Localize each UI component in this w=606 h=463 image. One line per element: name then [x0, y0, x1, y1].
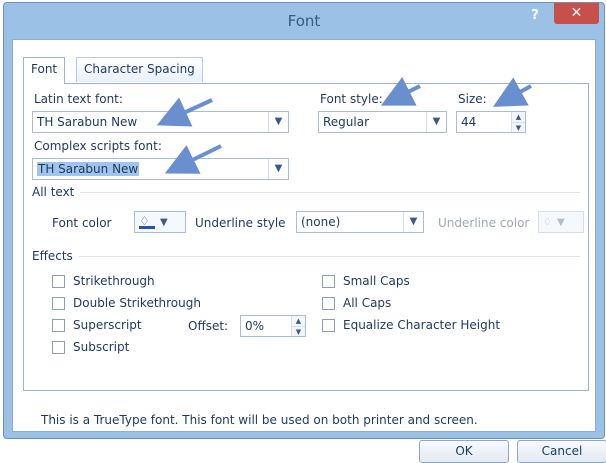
- all-text-section: All text: [32, 185, 580, 199]
- font-info-text: This is a TrueType font. This font will …: [41, 413, 478, 427]
- close-button[interactable]: ✕: [554, 3, 599, 24]
- all-caps-checkbox[interactable]: All Caps: [322, 296, 391, 310]
- chevron-down-icon[interactable]: ▼: [268, 112, 288, 132]
- checkbox-box[interactable]: [322, 274, 335, 288]
- underline-style-combo[interactable]: (none) ▼: [296, 211, 424, 233]
- equalize-label: Equalize Character Height: [343, 318, 501, 332]
- offset-value: 0%: [245, 319, 265, 333]
- font-style-label: Font style:: [320, 92, 383, 106]
- spin-down-icon[interactable]: ▼: [292, 326, 305, 336]
- chevron-down-icon: ▼: [556, 216, 565, 228]
- paint-bucket-icon: ♢: [543, 216, 552, 228]
- all-text-heading: All text: [32, 185, 81, 199]
- underline-style-value: (none): [301, 215, 341, 229]
- offset-label: Offset:: [188, 319, 229, 333]
- complex-font-combo[interactable]: TH Sarabun New ▼: [32, 158, 289, 180]
- chevron-down-icon[interactable]: ▼: [403, 212, 423, 232]
- chevron-down-icon[interactable]: ▼: [268, 159, 288, 179]
- checkbox-box[interactable]: [52, 296, 65, 310]
- checkbox-box[interactable]: [322, 318, 335, 332]
- close-icon: ✕: [570, 5, 583, 21]
- superscript-checkbox[interactable]: Superscript: [52, 318, 142, 332]
- strikethrough-checkbox[interactable]: Strikethrough: [52, 274, 155, 288]
- subscript-label: Subscript: [73, 340, 130, 354]
- ok-button[interactable]: OK: [419, 440, 509, 463]
- superscript-label: Superscript: [73, 318, 142, 332]
- spin-down-icon[interactable]: ▼: [512, 122, 525, 132]
- window-title: Font: [287, 12, 321, 30]
- latin-font-label: Latin text font:: [34, 92, 123, 106]
- cancel-button[interactable]: Cancel: [517, 440, 606, 463]
- font-tab-panel: Latin text font: TH Sarabun New ▼ Font s…: [23, 83, 589, 391]
- dialog-client: Font Character Spacing Latin text font: …: [12, 39, 606, 463]
- size-label: Size:: [458, 92, 487, 106]
- size-value: 44: [461, 115, 477, 129]
- strikethrough-label: Strikethrough: [73, 274, 155, 288]
- checkbox-box[interactable]: [52, 340, 65, 354]
- chevron-down-icon[interactable]: ▼: [426, 112, 446, 132]
- chevron-down-icon: ▼: [160, 216, 168, 228]
- font-dialog: Font ? ✕ Font Character Spacing Latin te…: [3, 2, 606, 463]
- checkbox-box[interactable]: [52, 318, 65, 332]
- checkbox-box[interactable]: [322, 296, 335, 310]
- section-divider: [32, 192, 580, 193]
- double-strikethrough-checkbox[interactable]: Double Strikethrough: [52, 296, 201, 310]
- spin-up-icon[interactable]: ▲: [292, 316, 305, 326]
- section-divider: [32, 256, 580, 257]
- equalize-checkbox[interactable]: Equalize Character Height: [322, 318, 500, 332]
- paint-bucket-icon: ♢: [139, 215, 155, 229]
- subscript-checkbox[interactable]: Subscript: [52, 340, 129, 354]
- tab-font[interactable]: Font: [23, 57, 66, 84]
- effects-heading: Effects: [32, 249, 79, 263]
- spin-up-icon[interactable]: ▲: [512, 112, 525, 122]
- all-caps-label: All Caps: [343, 296, 392, 310]
- double-strikethrough-label: Double Strikethrough: [73, 296, 201, 310]
- effects-section: Effects: [32, 249, 580, 263]
- offset-spinner[interactable]: 0% ▲ ▼: [240, 315, 306, 337]
- help-button[interactable]: ?: [524, 8, 546, 26]
- size-spinner[interactable]: 44 ▲ ▼: [456, 111, 526, 133]
- checkbox-box[interactable]: [52, 274, 65, 288]
- title-bar[interactable]: Font ? ✕: [4, 3, 604, 39]
- underline-style-label: Underline style: [195, 216, 286, 230]
- font-color-swatch: [139, 226, 155, 229]
- font-color-picker[interactable]: ♢ ▼: [134, 211, 186, 233]
- underline-color-picker[interactable]: ♢ ▼: [538, 211, 584, 233]
- underline-color-label: Underline color: [438, 216, 530, 230]
- small-caps-label: Small Caps: [343, 274, 410, 288]
- tab-character-spacing[interactable]: Character Spacing: [76, 57, 203, 82]
- spinner-icon[interactable]: ▲ ▼: [511, 112, 525, 132]
- small-caps-checkbox[interactable]: Small Caps: [322, 274, 410, 288]
- latin-font-combo[interactable]: TH Sarabun New ▼: [32, 111, 289, 133]
- font-style-value: Regular: [323, 115, 370, 129]
- latin-font-value: TH Sarabun New: [37, 115, 138, 129]
- font-style-combo[interactable]: Regular ▼: [318, 111, 447, 133]
- spinner-icon[interactable]: ▲ ▼: [291, 316, 305, 336]
- complex-font-value: TH Sarabun New: [37, 162, 140, 176]
- font-color-label: Font color: [52, 216, 112, 230]
- complex-font-label: Complex scripts font:: [34, 139, 162, 153]
